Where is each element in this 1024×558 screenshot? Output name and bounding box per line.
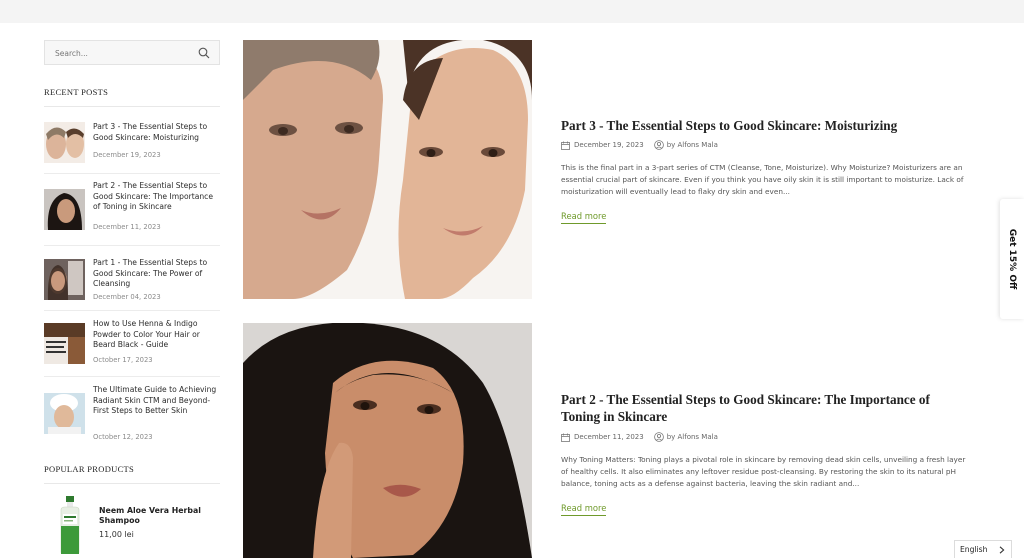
language-selector[interactable]: English	[954, 540, 1012, 558]
article-author[interactable]: by Alfons Mala	[667, 433, 718, 441]
recent-post-date: October 12, 2023	[93, 433, 153, 441]
article-title[interactable]: Part 3 - The Essential Steps to Good Ski…	[561, 117, 971, 134]
language-label[interactable]: English	[960, 545, 987, 554]
recent-post-date: October 17, 2023	[93, 356, 153, 364]
article-image[interactable]	[243, 40, 532, 299]
calendar-icon	[561, 433, 570, 442]
divider	[44, 245, 220, 246]
product-image[interactable]	[58, 496, 82, 554]
recent-post-date: December 11, 2023	[93, 223, 161, 231]
recent-post-title[interactable]: How to Use Henna & Indigo Powder to Colo…	[93, 319, 221, 351]
divider	[44, 106, 220, 107]
recent-post-date: December 19, 2023	[93, 151, 161, 159]
calendar-icon	[561, 141, 570, 150]
divider	[44, 173, 220, 174]
search-input[interactable]	[45, 42, 195, 65]
article-author[interactable]: by Alfons Mala	[667, 141, 718, 149]
post-thumbnail[interactable]	[44, 323, 85, 364]
discount-offer-tab[interactable]: Get 15% Off	[1000, 199, 1024, 319]
sidebar: RECENT POSTS Part 3 - The Essential Step…	[44, 40, 220, 554]
article-excerpt: Why Toning Matters: Toning plays a pivot…	[561, 455, 966, 488]
chevron-right-icon[interactable]	[999, 546, 1005, 554]
article-date: December 19, 2023	[574, 141, 644, 149]
article-meta: December 11, 2023 by Alfons Mala	[561, 432, 718, 442]
search-box	[44, 40, 220, 65]
article-title[interactable]: Part 2 - The Essential Steps to Good Ski…	[561, 391, 971, 425]
recent-post-title[interactable]: Part 2 - The Essential Steps to Good Ski…	[93, 181, 221, 213]
user-icon	[653, 432, 664, 442]
popular-products-heading: POPULAR PRODUCTS	[44, 464, 135, 474]
recent-post-title[interactable]: Part 3 - The Essential Steps to Good Ski…	[93, 122, 221, 143]
divider	[44, 376, 220, 377]
product-item[interactable]: Neem Aloe Vera Herbal Shampoo 11,00 lei	[54, 496, 220, 556]
article-excerpt: This is the final part in a 3-part serie…	[561, 163, 964, 196]
recent-posts-heading: RECENT POSTS	[44, 87, 109, 97]
article-date: December 11, 2023	[574, 433, 644, 441]
post-thumbnail[interactable]	[44, 259, 85, 300]
read-more-link[interactable]: Read more	[561, 503, 607, 516]
divider	[44, 310, 220, 311]
post-thumbnail[interactable]	[44, 122, 85, 163]
article-image[interactable]	[243, 323, 532, 558]
discount-offer-label[interactable]: Get 15% Off	[1007, 229, 1017, 290]
post-thumbnail[interactable]	[44, 393, 85, 434]
search-icon[interactable]	[198, 47, 210, 59]
read-more-link[interactable]: Read more	[561, 211, 607, 224]
product-name[interactable]: Neem Aloe Vera Herbal Shampoo	[99, 506, 214, 526]
product-price: 11,00 lei	[99, 530, 134, 539]
article-meta: December 19, 2023 by Alfons Mala	[561, 140, 718, 150]
divider	[44, 483, 220, 484]
recent-post-date: December 04, 2023	[93, 293, 161, 301]
top-bar	[0, 0, 1024, 23]
post-thumbnail[interactable]	[44, 189, 85, 230]
user-icon	[653, 140, 664, 150]
recent-post-title[interactable]: The Ultimate Guide to Achieving Radiant …	[93, 385, 221, 417]
recent-post-title[interactable]: Part 1 - The Essential Steps to Good Ski…	[93, 258, 221, 290]
